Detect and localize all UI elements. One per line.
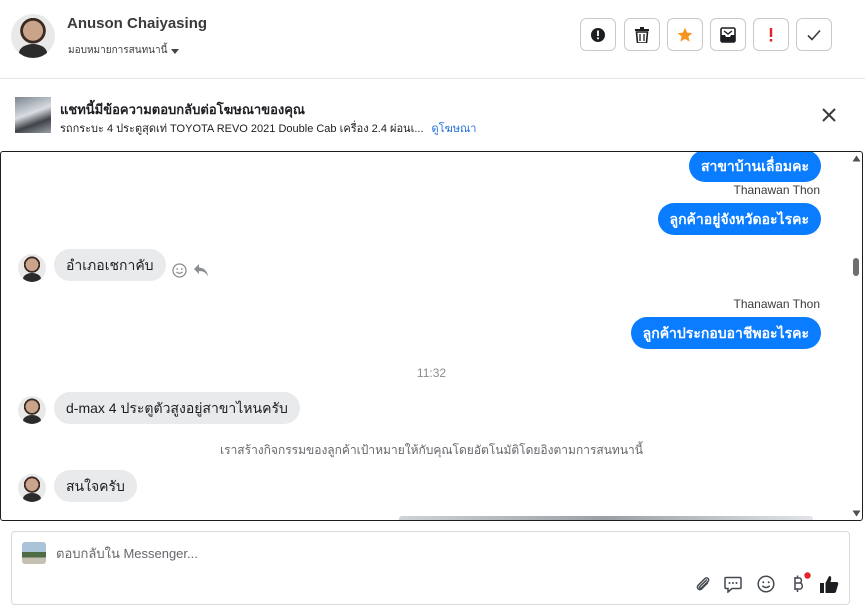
- payment-button[interactable]: [787, 572, 811, 595]
- star-icon: [677, 27, 693, 42]
- trash-icon: [635, 26, 649, 43]
- react-emoji-icon[interactable]: [172, 263, 187, 278]
- timestamp: 11:32: [416, 366, 447, 380]
- scroll-up-icon[interactable]: [852, 155, 861, 162]
- ad-thumbnail[interactable]: [15, 97, 51, 133]
- check-icon: [807, 29, 821, 41]
- message-bubble-incoming[interactable]: สนใจครับ: [54, 470, 137, 502]
- message-thread[interactable]: สาขาบ้านเลื่อมคะ Thanawan Thon ลูกค้าอยู…: [0, 151, 863, 521]
- avatar[interactable]: [18, 474, 46, 502]
- attach-button[interactable]: [692, 573, 714, 595]
- avatar[interactable]: [18, 254, 46, 282]
- sender-name: Thanawan Thon: [733, 297, 820, 311]
- notification-dot-icon: [804, 572, 811, 579]
- mark-done-button[interactable]: [796, 18, 832, 51]
- scroll-down-icon[interactable]: [852, 510, 861, 517]
- archive-button[interactable]: [710, 18, 746, 51]
- sender-name: Thanawan Thon: [733, 183, 820, 197]
- like-icon: [820, 575, 839, 593]
- attachment-icon: [696, 577, 710, 591]
- message-bubble-outgoing[interactable]: สาขาบ้านเลื่อมคะ: [688, 152, 821, 182]
- delete-button[interactable]: [624, 18, 660, 51]
- close-icon[interactable]: [820, 106, 838, 124]
- info-button[interactable]: [580, 18, 616, 51]
- view-ad-link[interactable]: ดูโฆษณา: [432, 123, 477, 135]
- message-bubble-outgoing[interactable]: ลูกค้าอยู่จังหวัดอะไรคะ: [657, 203, 821, 235]
- assign-label: มอบหมายการสนทนานี้: [68, 45, 168, 56]
- ad-description: รถกระบะ 4 ประตูสุดเท่ TOYOTA REVO 2021 D…: [60, 123, 424, 135]
- user-name[interactable]: Anuson Chaiyasing: [67, 15, 207, 32]
- reply-composer: [11, 531, 850, 605]
- scrollbar[interactable]: [852, 152, 862, 520]
- mark-important-button[interactable]: [753, 18, 789, 51]
- reply-input[interactable]: [56, 542, 656, 564]
- message-bubble-incoming[interactable]: d-max 4 ประตูตัวสูงอยู่สาขาไหนครับ: [54, 392, 300, 424]
- emoji-button[interactable]: [755, 573, 777, 595]
- ad-banner-subtitle: รถกระบะ 4 ประตูสุดเท่ TOYOTA REVO 2021 D…: [60, 119, 476, 137]
- scrollbar-thumb[interactable]: [853, 258, 859, 276]
- attachment-preview[interactable]: [399, 516, 813, 520]
- like-button[interactable]: [818, 573, 840, 595]
- avatar[interactable]: [11, 14, 55, 58]
- ad-banner-title: แชทนี้มีข้อความตอบกลับต่อโฆษณาของคุณ: [60, 102, 305, 117]
- assign-conversation-dropdown[interactable]: มอบหมายการสนทนานี้: [68, 43, 180, 58]
- emoji-icon: [757, 575, 775, 593]
- page-thumbnail: [22, 542, 46, 564]
- chat-icon: [724, 576, 742, 593]
- message-bubble-outgoing[interactable]: ลูกค้าประกอบอาชีพอะไรคะ: [630, 317, 821, 349]
- system-note: เราสร้างกิจกรรมของลูกค้าเป้าหมายให้กับคุ…: [220, 443, 643, 457]
- payment-icon: [794, 575, 803, 592]
- reply-icon[interactable]: [193, 263, 209, 278]
- avatar[interactable]: [18, 396, 46, 424]
- ad-reply-banner: แชทนี้มีข้อความตอบกลับต่อโฆษณาของคุณ รถก…: [0, 79, 865, 150]
- caret-down-icon: [171, 48, 180, 54]
- archive-icon: [720, 26, 736, 43]
- message-bubble-incoming[interactable]: อำเภอเชกาคับ: [54, 249, 166, 281]
- info-icon: [591, 27, 605, 42]
- star-button[interactable]: [667, 18, 703, 51]
- conversation-header: Anuson Chaiyasing มอบหมายการสนทนานี้: [0, 0, 865, 79]
- exclamation-icon: [769, 27, 773, 42]
- saved-replies-button[interactable]: [722, 573, 744, 595]
